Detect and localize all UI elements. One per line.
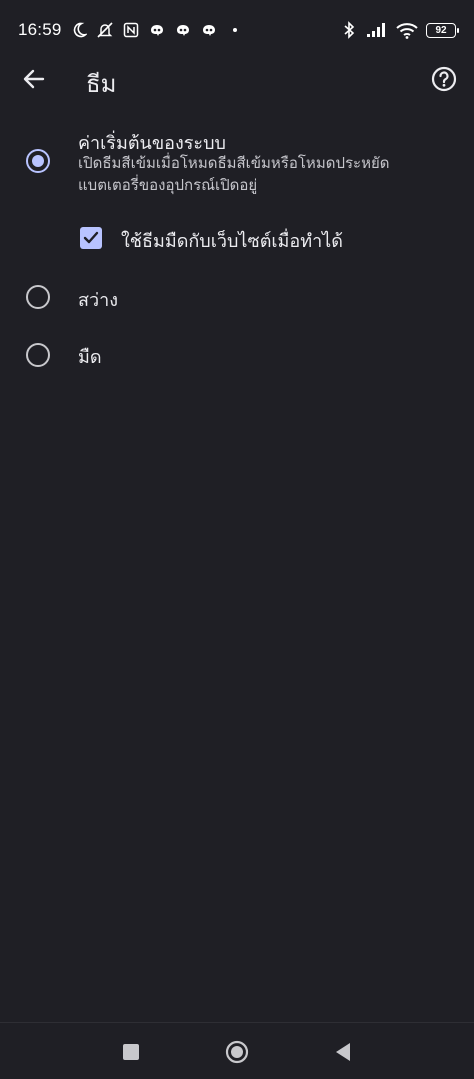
status-left: 16:59 (18, 20, 244, 40)
dot-icon (226, 21, 244, 39)
option-dark[interactable]: มืด (0, 336, 474, 376)
status-right: 92 (340, 21, 459, 39)
dark-websites-row[interactable]: ใช้ธีมมืดกับเว็บไซต์เมื่อทำได้ (0, 222, 474, 256)
page-title: ธีม (86, 70, 117, 98)
back-icon[interactable] (330, 1039, 356, 1065)
battery-icon: 92 (426, 22, 459, 38)
wifi-icon (396, 21, 418, 39)
light-title: สว่าง (78, 290, 118, 311)
bluetooth-icon (340, 21, 358, 39)
back-arrow-icon[interactable] (20, 65, 48, 93)
moon-icon (70, 21, 88, 39)
help-icon[interactable] (430, 65, 458, 93)
option-system-default[interactable]: ค่าเริ่มต้นของระบบ เปิดธีมสีเข้มเมื่อโหม… (0, 124, 474, 204)
mute-icon (96, 21, 114, 39)
light-radio[interactable] (26, 285, 50, 309)
recents-icon[interactable] (118, 1039, 144, 1065)
notification-icon (148, 21, 166, 39)
system-default-radio[interactable] (26, 149, 50, 173)
notification-icon (174, 21, 192, 39)
status-time: 16:59 (18, 20, 62, 39)
nfc-icon (122, 21, 140, 39)
dark-websites-checkbox[interactable] (80, 227, 102, 249)
dark-radio[interactable] (26, 343, 50, 367)
app-bar: ธีม (0, 56, 474, 102)
check-icon (83, 231, 99, 244)
dark-title: มืด (78, 347, 102, 368)
system-nav-bar (0, 1022, 474, 1079)
theme-settings-screen: 16:59 92 ธีม ค่าเริ่มต้นของระบบ เปิดธีมส… (0, 0, 474, 1079)
signal-icon (366, 21, 388, 39)
status-bar: 16:59 92 (0, 0, 474, 60)
dark-websites-label: ใช้ธีมมืดกับเว็บไซต์เมื่อทำได้ (121, 231, 343, 252)
home-icon[interactable] (224, 1039, 250, 1065)
radio-selected-dot (32, 155, 44, 167)
option-light[interactable]: สว่าง (0, 278, 474, 318)
system-default-description: เปิดธีมสีเข้มเมื่อโหมดธีมสีเข้มหรือโหมดป… (78, 154, 390, 194)
notification-icon (200, 21, 218, 39)
